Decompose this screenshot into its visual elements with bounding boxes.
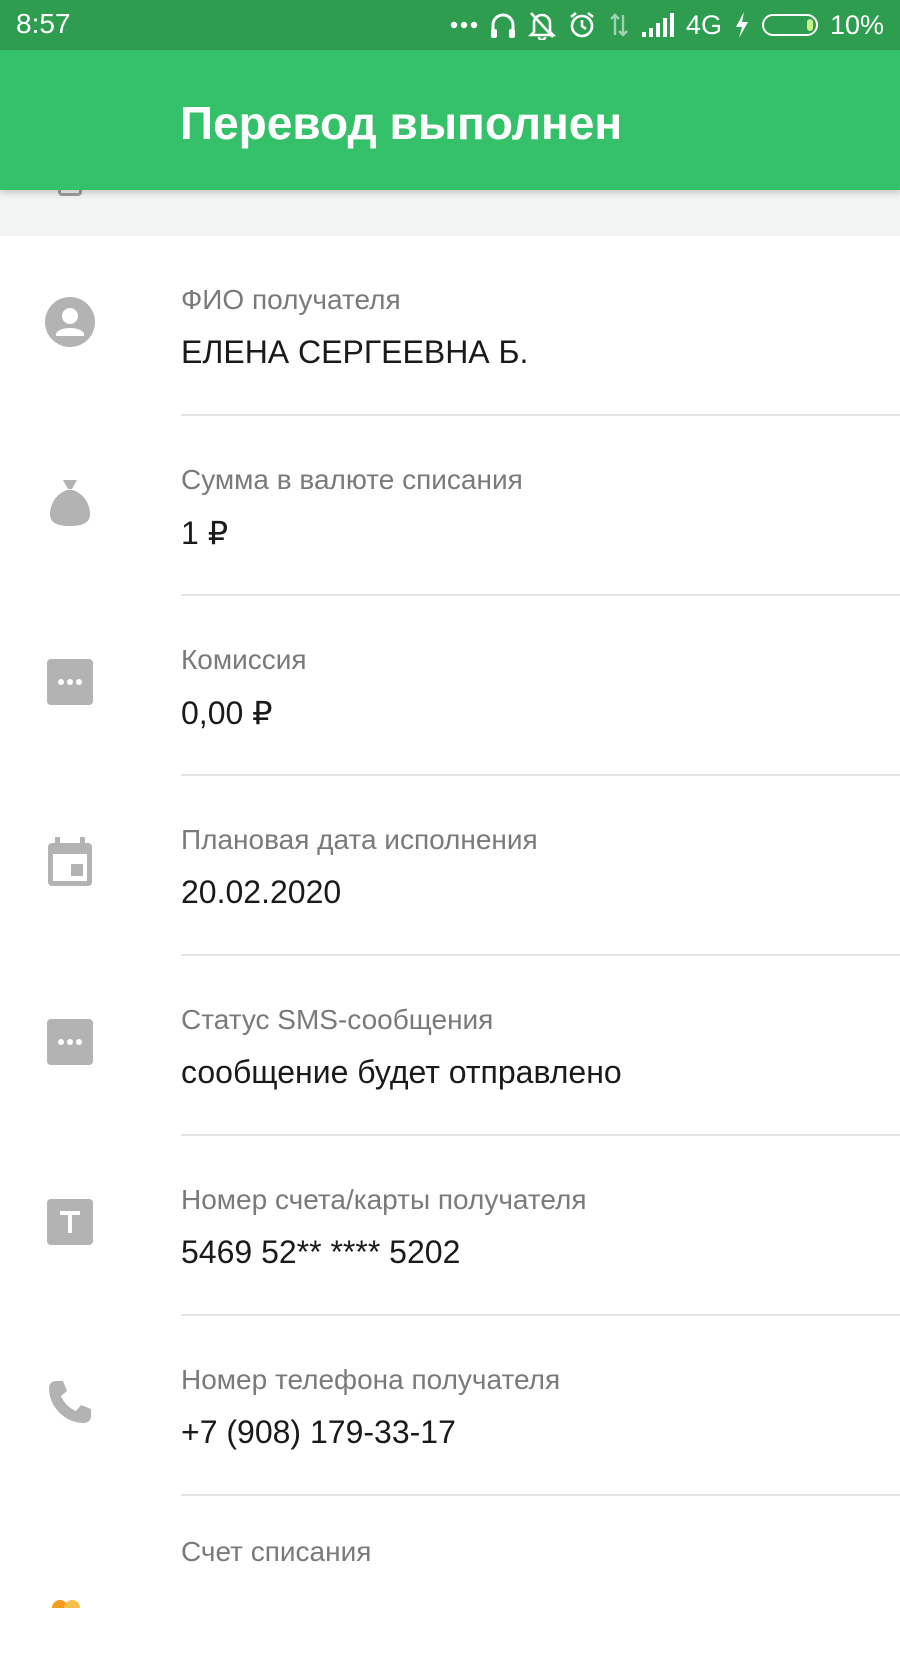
dots-box-icon bbox=[44, 1016, 96, 1068]
phone-icon bbox=[44, 1376, 96, 1428]
bell-off-icon bbox=[527, 10, 556, 40]
data-arrows-icon bbox=[608, 11, 630, 39]
calendar-icon bbox=[44, 836, 96, 888]
detail-value: ЕЛЕНА СЕРГЕЕВНА Б. bbox=[181, 334, 529, 370]
app-bar: Перевод выполнен bbox=[0, 50, 900, 190]
money-bag-icon bbox=[44, 476, 96, 528]
status-icons: 4G 10% bbox=[450, 7, 884, 43]
detail-row-recipient-name: ФИО получателя ЕЛЕНА СЕРГЕЕВНА Б. bbox=[0, 236, 900, 416]
detail-value: 1 ₽ bbox=[181, 515, 229, 551]
alarm-icon bbox=[568, 11, 596, 39]
dots-box-icon bbox=[44, 656, 96, 708]
detail-row-debit-account: Счет списания bbox=[0, 1496, 900, 1676]
headphones-icon bbox=[490, 11, 516, 39]
detail-label: Сумма в валюте списания bbox=[181, 464, 523, 495]
network-type: 4G bbox=[685, 9, 722, 40]
detail-row-recipient-phone: Номер телефона получателя +7 (908) 179-3… bbox=[0, 1316, 900, 1496]
status-time: 8:57 bbox=[16, 8, 71, 39]
battery-percent: 10% bbox=[829, 9, 884, 40]
detail-label: ФИО получателя bbox=[181, 284, 401, 315]
transfer-details-list: ФИО получателя ЕЛЕНА СЕРГЕЕВНА Б. Сумма … bbox=[0, 236, 900, 1676]
more-dots-icon bbox=[450, 21, 478, 29]
detail-value: сообщение будет отправлено bbox=[181, 1054, 622, 1090]
signal-icon bbox=[641, 13, 674, 37]
detail-row-amount: Сумма в валюте списания 1 ₽ bbox=[0, 416, 900, 596]
detail-label: Комиссия bbox=[181, 644, 307, 675]
detail-label: Номер счета/карты получателя bbox=[181, 1184, 587, 1215]
detail-row-sms-status: Статус SMS-сообщения сообщение будет отп… bbox=[0, 956, 900, 1136]
detail-value: +7 (908) 179-33-17 bbox=[181, 1414, 456, 1450]
text-t-icon bbox=[44, 1196, 96, 1248]
detail-label: Номер телефона получателя bbox=[181, 1364, 561, 1395]
person-icon bbox=[44, 296, 96, 348]
detail-row-execution-date: Плановая дата исполнения 20.02.2020 bbox=[0, 776, 900, 956]
detail-value: 20.02.2020 bbox=[181, 874, 342, 910]
detail-value: 0,00 ₽ bbox=[181, 695, 273, 731]
detail-label: Счет списания bbox=[181, 1536, 372, 1567]
detail-label: Статус SMS-сообщения bbox=[181, 1004, 494, 1035]
header-divider-band bbox=[0, 190, 900, 236]
battery-icon bbox=[761, 14, 818, 36]
status-bar: 8:57 4G 10% bbox=[0, 0, 900, 50]
page-title: Перевод выполнен bbox=[180, 97, 623, 149]
charging-icon bbox=[734, 11, 750, 39]
detail-value: 5469 52** **** 5202 bbox=[181, 1234, 461, 1270]
card-icon bbox=[50, 1588, 90, 1608]
detail-row-commission: Комиссия 0,00 ₽ bbox=[0, 596, 900, 776]
partial-icon bbox=[58, 190, 82, 196]
detail-label: Плановая дата исполнения bbox=[181, 824, 538, 855]
detail-row-recipient-card: Номер счета/карты получателя 5469 52** *… bbox=[0, 1136, 900, 1316]
